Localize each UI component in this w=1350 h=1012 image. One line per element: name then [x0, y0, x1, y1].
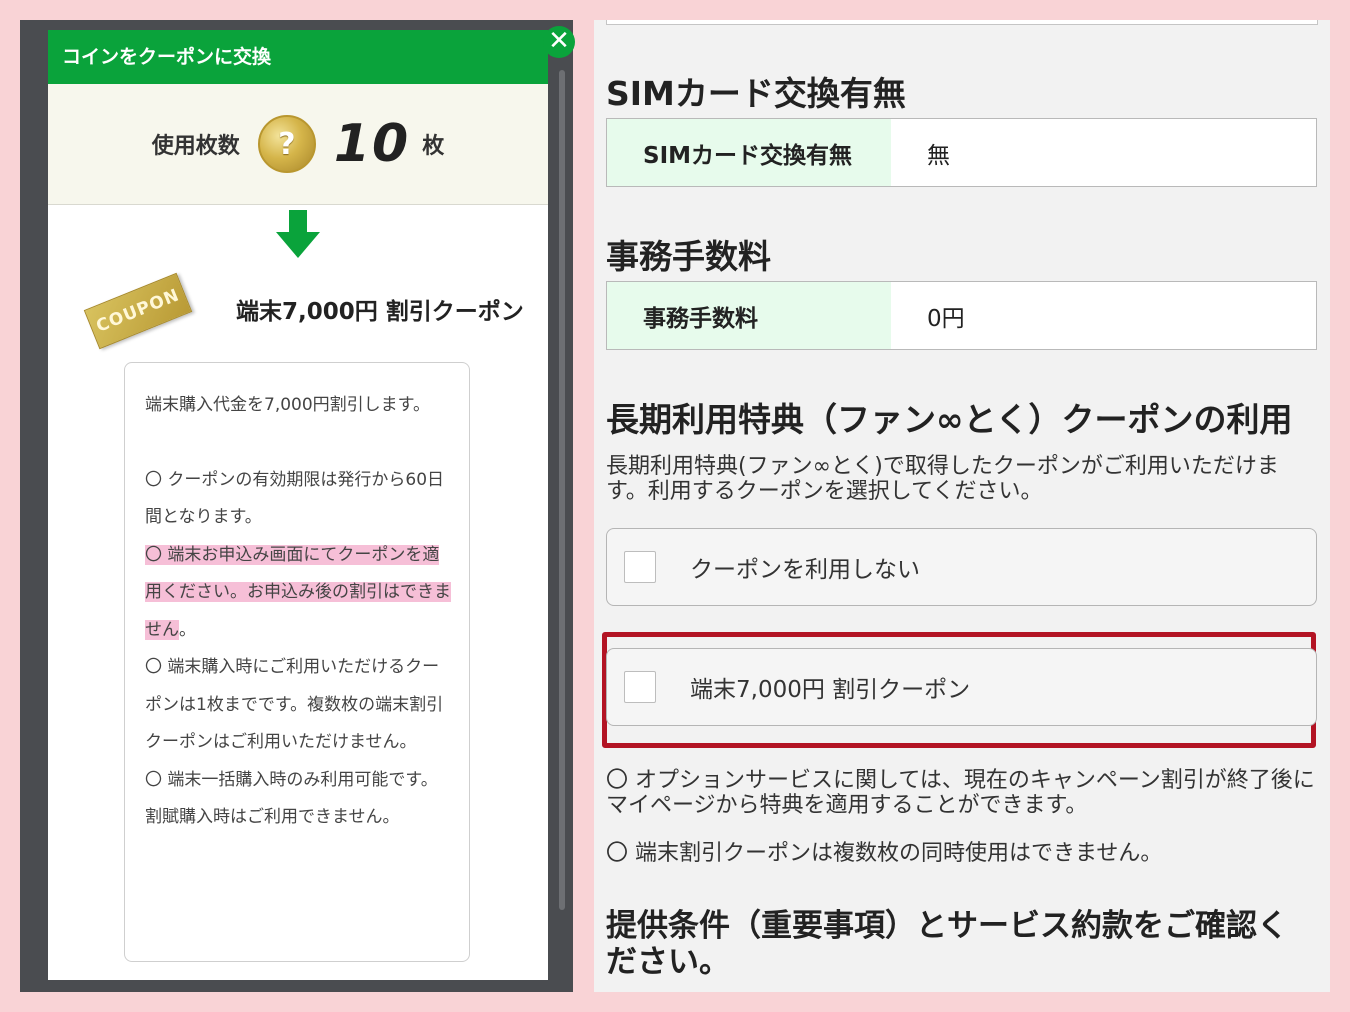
checkbox-icon[interactable]	[624, 551, 656, 583]
option-7000-coupon-label: 端末7,000円 割引クーポン	[690, 677, 971, 703]
right-panel: SIMカード交換有無 SIMカード交換有無 無 事務手数料 事務手数料 0円 長…	[594, 20, 1330, 992]
sim-row: SIMカード交換有無 無	[606, 118, 1317, 187]
modal-header: コインをクーポンに交換	[48, 30, 548, 84]
sim-row-value: 無	[927, 142, 950, 169]
coin-usage-row: 使用枚数 ? 10 枚	[48, 84, 548, 205]
left-panel: コインをクーポンに交換 使用枚数 ? 10 枚 COUPON 端末7,000円 …	[20, 20, 575, 992]
desc-item-expiry: 〇 クーポンの有効期限は発行から60日間となります。	[145, 469, 445, 528]
previous-table-fragment	[606, 20, 1318, 25]
desc-item-apply: 〇 端末お申込み画面にてクーポンを適用ください。お申込み後の割引はできません。	[145, 537, 451, 650]
coupon-title: 端末7,000円 割引クーポン	[236, 299, 524, 325]
fee-row-label: 事務手数料	[607, 282, 891, 349]
option-7000-coupon[interactable]: 端末7,000円 割引クーポン	[606, 648, 1317, 726]
coin-unit: 枚	[422, 134, 445, 159]
arrow-down-icon	[276, 210, 320, 258]
desc-paragraph: 端末購入代金を7,000円割引します。	[145, 395, 430, 415]
coin-exchange-modal: コインをクーポンに交換 使用枚数 ? 10 枚 COUPON 端末7,000円 …	[48, 30, 548, 980]
desc-item-apply-tail: 。	[179, 619, 196, 640]
coupon-title-row: COUPON 端末7,000円 割引クーポン	[48, 270, 548, 350]
checkbox-icon[interactable]	[624, 671, 656, 703]
modal-scrollbar[interactable]	[559, 70, 565, 910]
sim-section-title: SIMカード交換有無	[606, 74, 906, 113]
coupon-section-title: 長期利用特典（ファン∞とく）クーポンの利用	[606, 400, 1293, 439]
fee-row: 事務手数料 0円	[606, 281, 1317, 350]
option-no-coupon[interactable]: クーポンを利用しない	[606, 528, 1317, 606]
coin-count: 10	[333, 114, 411, 174]
coin-usage-label: 使用枚数	[151, 134, 240, 159]
fee-section-title: 事務手数料	[606, 237, 771, 276]
close-icon[interactable]: ✕	[543, 26, 575, 58]
note-multiple-coupons: 〇 端末割引クーポンは複数枚の同時使用はできません。	[606, 841, 1163, 866]
coin-icon: ?	[257, 115, 316, 173]
coupon-badge-icon: COUPON	[83, 272, 193, 350]
fee-row-value: 0円	[927, 305, 965, 332]
desc-item-limit: 〇 端末購入時にご利用いただけるクーポンは1枚までです。複数枚の端末割引クーポン…	[145, 657, 444, 752]
note-option-service: 〇 オプションサービスに関しては、現在のキャンペーン割引が終了後にマイページから…	[606, 768, 1315, 818]
desc-item-lumpsum: 〇 端末一括購入時のみ利用可能です。割賦購入時はご利用できません。	[145, 769, 438, 828]
coupon-description-box: 端末購入代金を7,000円割引します。 〇 クーポンの有効期限は発行から60日間…	[124, 362, 470, 962]
option-no-coupon-label: クーポンを利用しない	[690, 557, 920, 583]
coupon-intro-text: 長期利用特典(ファン∞とく)で取得したクーポンがご利用いただけます。利用するクー…	[606, 454, 1279, 504]
sim-row-label: SIMカード交換有無	[607, 119, 891, 186]
terms-section-title: 提供条件（重要事項）とサービス約款をご確認ください。	[606, 908, 1288, 980]
